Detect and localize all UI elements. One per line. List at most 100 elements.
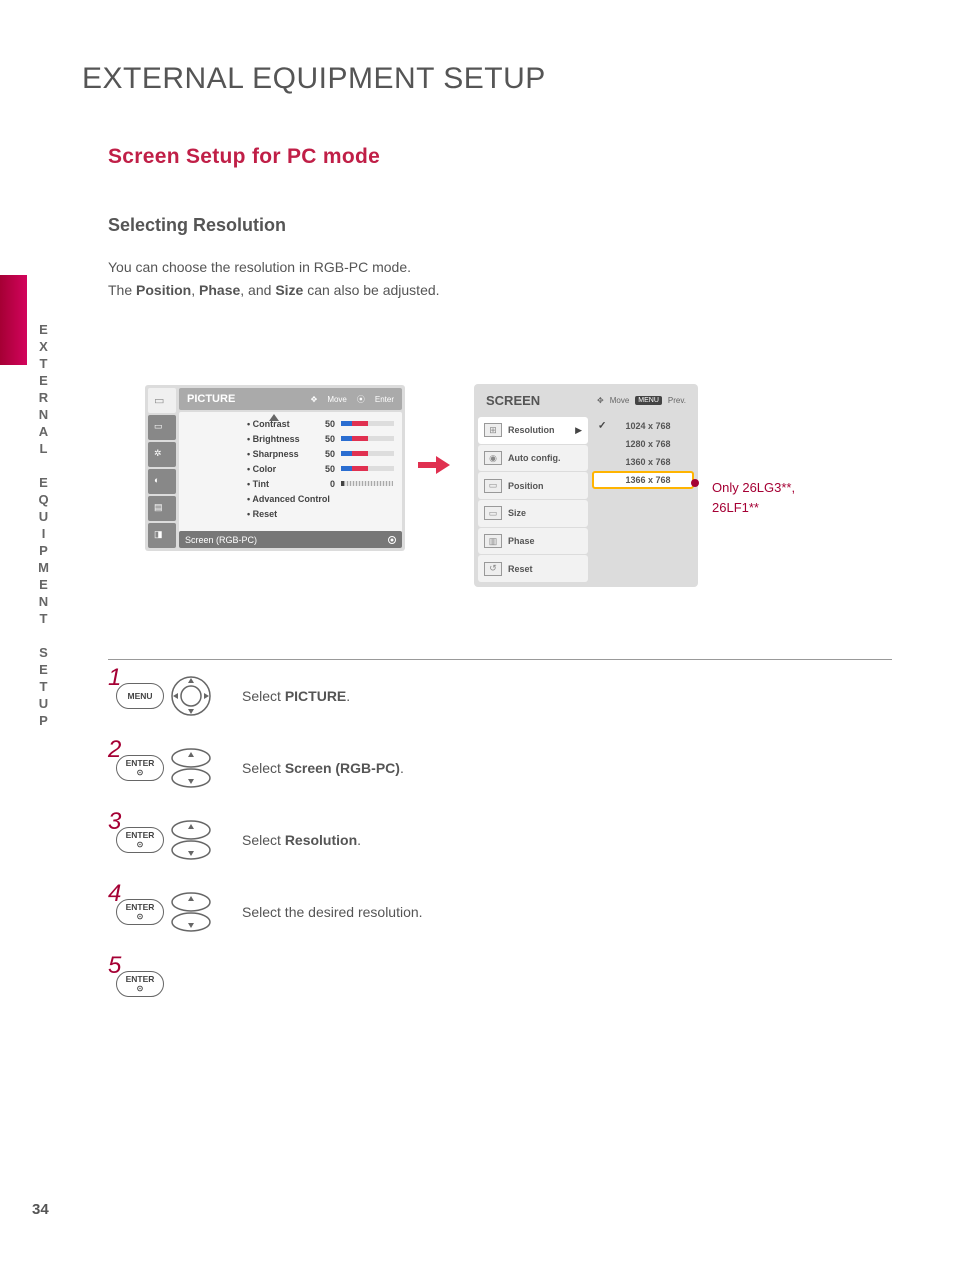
page-number: 34 — [32, 1201, 49, 1218]
osd-picture-header: PICTURE ✥ Move ⦿ Enter — [179, 388, 402, 410]
osd-picture-hints: ✥ Move ⦿ Enter — [311, 394, 394, 405]
step-text: Select Screen (RGB-PC). — [242, 760, 404, 776]
item-label: Auto config. — [508, 453, 561, 463]
side-label: EXTERNAL EQUIPMENT SETUP — [36, 322, 51, 730]
step-text: Select Resolution. — [242, 832, 361, 848]
osd-screen-panel: SCREEN ✥ Move MENU Prev. ⊞ Resolution ▶ … — [474, 384, 698, 587]
resolution-option: 1280 x 768 — [592, 435, 694, 453]
resolution-option: 1360 x 768 — [592, 453, 694, 471]
level-bar — [341, 436, 394, 441]
body-line-2: The Position, Phase, and Size can also b… — [108, 281, 440, 301]
item-label: Reset — [508, 564, 533, 574]
remote-enter-button: ENTER ⊙ — [116, 971, 164, 997]
sidebar-icon-settings: ✲ — [148, 442, 176, 467]
text: . — [357, 832, 361, 848]
row-label: • Color — [247, 464, 313, 474]
sidebar-icon-time: ◐ — [148, 469, 176, 494]
osd-picture-body: • Contrast 50 • Brightness 50 • Sharpnes… — [179, 412, 402, 548]
enter-dot-icon: ⊙ — [137, 985, 144, 993]
button-label: ENTER — [126, 903, 155, 912]
text: The — [108, 282, 136, 298]
phase-icon: ▥ — [484, 534, 502, 548]
up-arrow-icon — [269, 414, 279, 421]
sidebar-icon-picture: ▭ — [148, 388, 176, 413]
row-value: 0 — [319, 479, 335, 489]
sidebar-icon-lock: ◨ — [148, 523, 176, 548]
enter-ring-icon — [388, 536, 396, 544]
hint-enter-label: Enter — [375, 395, 394, 404]
osd-screen-hints: ✥ Move MENU Prev. — [597, 396, 686, 405]
enter-dot-icon: ⊙ — [137, 841, 144, 849]
step-3: 3 ENTER ⊙ Select Resolution. — [108, 818, 868, 862]
level-bar — [341, 466, 394, 471]
section-title: Screen Setup for PC mode — [108, 145, 380, 169]
screen-item-reset: ↺ Reset — [478, 555, 588, 582]
size-icon: ▭ — [484, 506, 502, 520]
page-title: EXTERNAL EQUIPMENT SETUP — [82, 62, 546, 96]
resolution-icon: ⊞ — [484, 423, 502, 437]
step-text: Select PICTURE. — [242, 688, 350, 704]
res-label: 1280 x 768 — [625, 439, 670, 449]
body-line-1: You can choose the resolution in RGB-PC … — [108, 258, 411, 278]
side-color-tab — [0, 275, 27, 365]
text: . — [400, 760, 404, 776]
screen-item-position: ▭ Position — [478, 472, 588, 499]
nav-updown-icon — [170, 747, 212, 789]
osd-picture-sidebar: ▭ ▭ ✲ ◐ ▤ ◨ — [148, 388, 176, 548]
hint-move-label: Move — [610, 396, 630, 405]
screen-item-phase: ▥ Phase — [478, 528, 588, 555]
screen-item-autoconfig: ◉ Auto config. — [478, 445, 588, 472]
picture-row-color: • Color 50 — [187, 461, 394, 476]
step-number: 2 — [108, 736, 121, 764]
leader-dot-icon — [691, 479, 699, 487]
enter-dot-icon: ⊙ — [137, 769, 144, 777]
picture-row-brightness: • Brightness 50 — [187, 431, 394, 446]
tint-bar — [341, 481, 393, 486]
remote-menu-button: MENU — [116, 683, 164, 709]
row-label: • Advanced Control — [247, 494, 330, 504]
subsection-title: Selecting Resolution — [108, 215, 286, 236]
hint-move-label: Move — [327, 395, 347, 404]
level-bar — [341, 421, 394, 426]
annotation-line: 26LF1** — [712, 498, 795, 518]
resolution-option: ✓ 1024 x 768 — [592, 417, 694, 435]
step-text: Select the desired resolution. — [242, 904, 423, 920]
text: , and — [240, 282, 275, 298]
button-label: ENTER — [126, 759, 155, 768]
osd-picture-footer: Screen (RGB-PC) — [179, 531, 402, 548]
step-4: 4 ENTER ⊙ Select the desired resolution. — [108, 890, 868, 934]
osd-picture-title: PICTURE — [187, 393, 235, 405]
level-bar — [341, 451, 394, 456]
row-label: • Sharpness — [247, 449, 313, 459]
row-value: 50 — [319, 464, 335, 474]
text: , — [191, 282, 199, 298]
row-label: • Brightness — [247, 434, 313, 444]
osd-screen-title: SCREEN — [486, 393, 540, 408]
submenu-arrow-icon: ▶ — [575, 425, 582, 436]
screen-item-size: ▭ Size — [478, 500, 588, 527]
text: Select — [242, 688, 285, 704]
row-label: • Reset — [247, 509, 277, 519]
item-label: Position — [508, 481, 544, 491]
item-label: Size — [508, 508, 526, 518]
picture-row-sharpness: • Sharpness 50 — [187, 446, 394, 461]
picture-row-reset: • Reset — [187, 506, 394, 521]
text: Select the desired resolution. — [242, 904, 423, 920]
button-label: ENTER — [126, 831, 155, 840]
step-number: 3 — [108, 808, 121, 836]
text-bold: PICTURE — [285, 688, 346, 704]
osd-screen-header: SCREEN ✥ Move MENU Prev. — [478, 388, 694, 413]
step-number: 5 — [108, 952, 121, 980]
button-label: ENTER — [126, 975, 155, 984]
text-bold: Resolution — [285, 832, 357, 848]
res-label: 1366 x 768 — [625, 475, 670, 485]
reset-icon: ↺ — [484, 562, 502, 576]
enter-dot-icon: ⊙ — [137, 913, 144, 921]
text-bold: Phase — [199, 282, 240, 298]
remote-enter-button: ENTER ⊙ — [116, 899, 164, 925]
row-label: • Contrast — [247, 419, 313, 429]
picture-row-tint: • Tint 0 — [187, 476, 394, 491]
item-label: Phase — [508, 536, 535, 546]
button-label: MENU — [127, 692, 152, 701]
picture-row-advanced: • Advanced Control — [187, 491, 394, 506]
